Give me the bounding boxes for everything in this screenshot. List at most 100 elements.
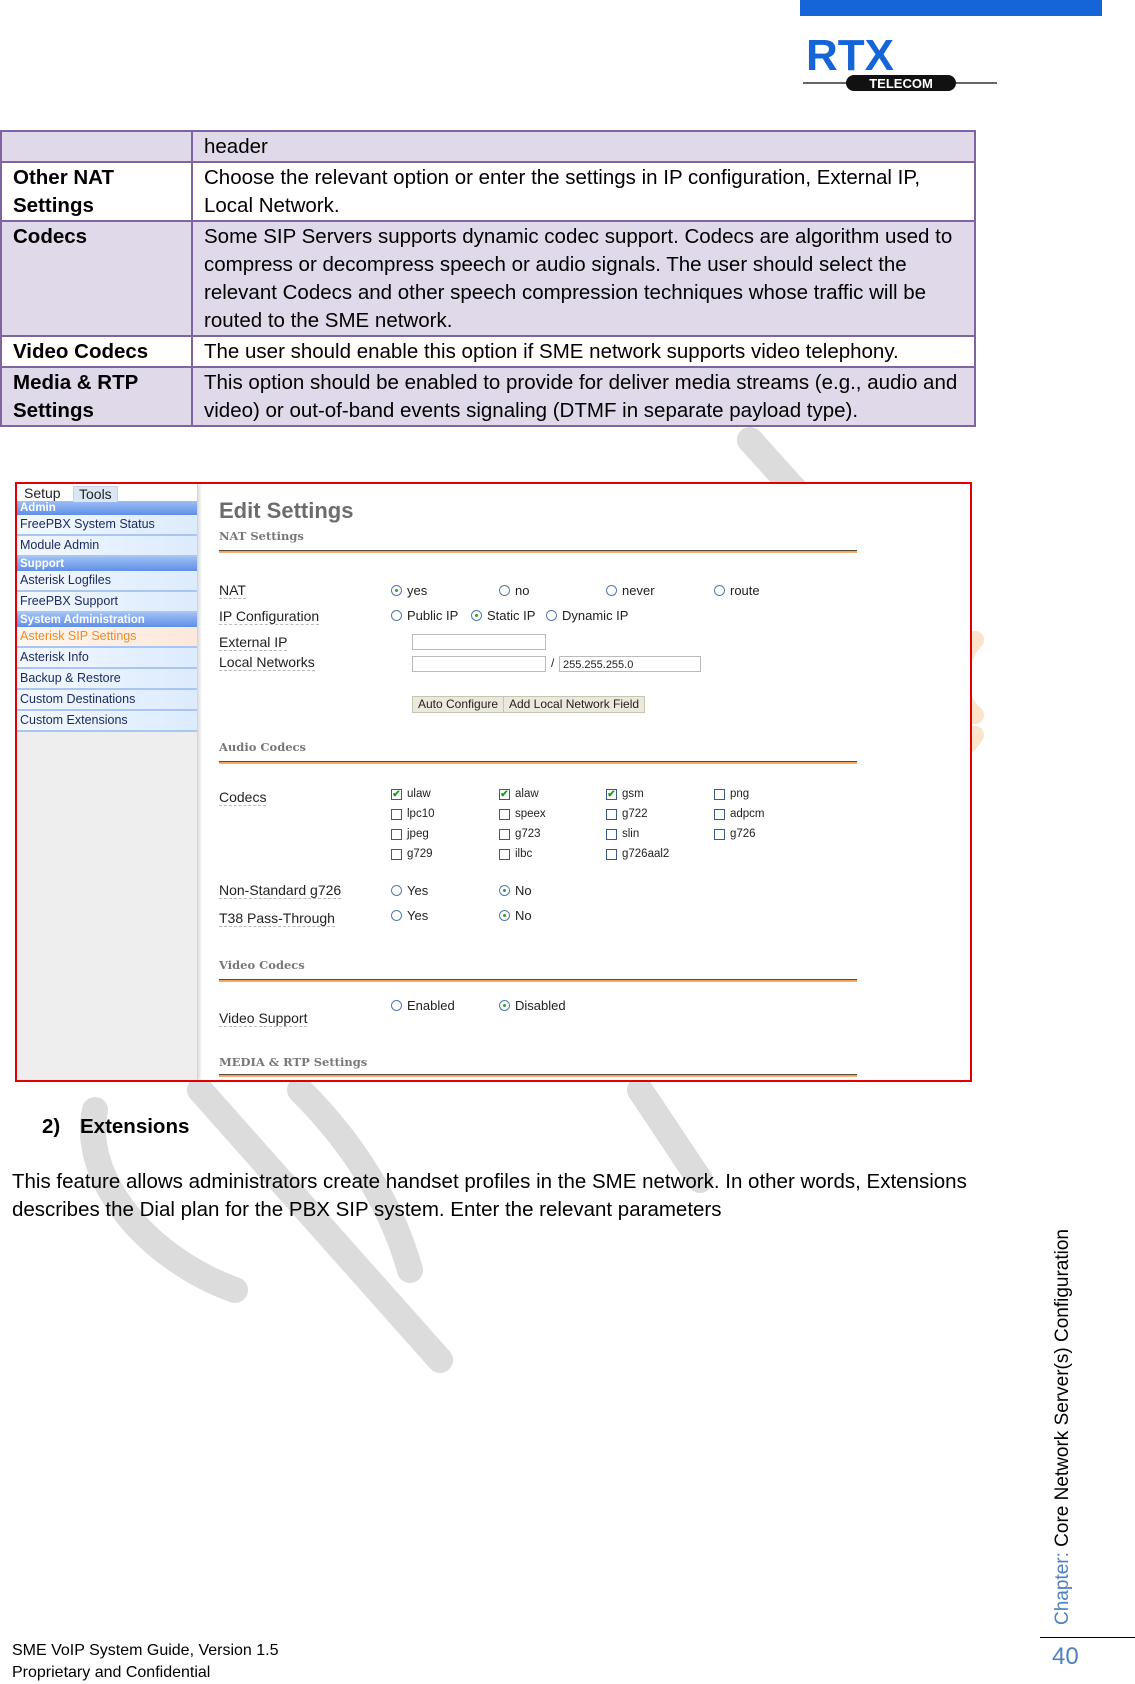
radio-option[interactable]: never (606, 583, 655, 598)
radio-selected-icon[interactable] (471, 610, 482, 621)
codec-option[interactable]: g723 (499, 828, 541, 840)
sidebar-item-freepbx-system-status[interactable]: FreePBX System Status (17, 515, 197, 536)
row-key (0, 130, 193, 163)
sidebar-item-custom-destinations[interactable]: Custom Destinations (17, 690, 197, 711)
codec-option[interactable]: ilbc (499, 848, 532, 860)
radio-option[interactable]: No (499, 883, 532, 898)
checkbox-unchecked-icon[interactable] (499, 828, 510, 840)
radio-unselected-icon[interactable] (391, 885, 402, 896)
checkbox-checked-icon[interactable]: ✔ (606, 788, 617, 800)
t38-pass-through-label: T38 Pass-Through (219, 910, 335, 927)
tab-tools[interactable]: Tools (73, 486, 118, 502)
sidebar-item-asterisk-sip-settings[interactable]: Asterisk SIP Settings (17, 627, 197, 648)
row-key: Video Codecs (0, 335, 193, 368)
table-row: Video Codecs The user should enable this … (0, 335, 976, 368)
codec-label: jpeg (407, 828, 429, 840)
checkbox-unchecked-icon[interactable] (714, 788, 725, 800)
sidebar-item-module-admin[interactable]: Module Admin (17, 536, 197, 557)
external-ip-input[interactable] (412, 634, 546, 650)
codec-option[interactable]: lpc10 (391, 808, 435, 820)
nat-settings-heading: NAT Settings (219, 529, 304, 543)
radio-unselected-icon[interactable] (391, 610, 402, 621)
radio-unselected-icon[interactable] (714, 585, 725, 596)
radio-selected-icon[interactable] (391, 585, 402, 596)
table-row: Codecs Some SIP Servers supports dynamic … (0, 220, 976, 337)
radio-unselected-icon[interactable] (391, 1000, 402, 1011)
codec-option[interactable]: png (714, 788, 749, 800)
checkbox-unchecked-icon[interactable] (606, 828, 617, 840)
checkbox-checked-icon[interactable]: ✔ (391, 788, 402, 800)
nat-label: NAT (219, 582, 246, 599)
checkbox-unchecked-icon[interactable] (499, 848, 510, 860)
edit-settings-panel: Edit Settings NAT Settings NAT yes no neve… (219, 484, 959, 1080)
sidebar-item-backup-restore[interactable]: Backup & Restore (17, 669, 197, 690)
add-local-network-button[interactable]: Add Local Network Field (503, 696, 646, 713)
codec-label: g723 (515, 828, 541, 840)
local-network-input[interactable] (412, 656, 546, 672)
sidebar-section-support: Support (17, 557, 197, 571)
radio-option[interactable]: No (499, 908, 532, 923)
radio-unselected-icon[interactable] (546, 610, 557, 621)
table-row: header (0, 130, 976, 163)
codec-option[interactable]: jpeg (391, 828, 429, 840)
chapter-label: Chapter: Core Network Server(s) Configur… (1052, 1229, 1074, 1625)
chapter-prefix: Chapter: (1052, 1552, 1073, 1625)
codec-option[interactable]: g726 (714, 828, 756, 840)
sidebar-item-freepbx-support[interactable]: FreePBX Support (17, 592, 197, 613)
codec-option[interactable]: g726aal2 (606, 848, 669, 860)
radio-selected-icon[interactable] (499, 885, 510, 896)
section-divider (219, 979, 857, 982)
radio-option[interactable]: Disabled (499, 998, 566, 1013)
section-divider (219, 761, 857, 764)
subnet-mask-input[interactable]: 255.255.255.0 (559, 656, 701, 672)
radio-option[interactable]: no (499, 583, 529, 598)
radio-option[interactable]: Enabled (391, 998, 455, 1013)
checkbox-unchecked-icon[interactable] (391, 808, 402, 820)
page-number: 40 (1052, 1643, 1079, 1670)
checkbox-unchecked-icon[interactable] (391, 828, 402, 840)
checkbox-unchecked-icon[interactable] (714, 808, 725, 820)
radio-label: Dynamic IP (562, 608, 629, 623)
codec-option[interactable]: speex (499, 808, 546, 820)
radio-label: Static IP (487, 608, 536, 623)
radio-label: Disabled (515, 998, 566, 1013)
codec-label: speex (515, 808, 546, 820)
codec-option[interactable]: slin (606, 828, 639, 840)
codec-option[interactable]: ✔ gsm (606, 788, 644, 800)
sidebar-item-custom-extensions[interactable]: Custom Extensions (17, 711, 197, 732)
checkbox-unchecked-icon[interactable] (714, 828, 725, 840)
checkbox-checked-icon[interactable]: ✔ (499, 788, 510, 800)
codec-option[interactable]: adpcm (714, 808, 765, 820)
radio-option[interactable]: Public IP (391, 608, 458, 623)
codec-option[interactable]: g729 (391, 848, 433, 860)
chapter-title: Core Network Server(s) Configuration (1052, 1229, 1073, 1547)
radio-selected-icon[interactable] (499, 910, 510, 921)
codec-option[interactable]: ✔ alaw (499, 788, 539, 800)
footer: SME VoIP System Guide, Version 1.5 Propr… (12, 1640, 279, 1684)
radio-option[interactable]: Static IP (471, 608, 535, 623)
checkbox-unchecked-icon[interactable] (606, 848, 617, 860)
brand-bar (800, 0, 1102, 16)
radio-option[interactable]: Yes (391, 883, 428, 898)
tab-setup[interactable]: Setup (19, 486, 66, 501)
checkbox-unchecked-icon[interactable] (606, 808, 617, 820)
codec-option[interactable]: ✔ ulaw (391, 788, 431, 800)
radio-option[interactable]: route (714, 583, 760, 598)
radio-selected-icon[interactable] (499, 1000, 510, 1011)
checkbox-unchecked-icon[interactable] (499, 808, 510, 820)
sidebar-item-asterisk-logfiles[interactable]: Asterisk Logfiles (17, 571, 197, 592)
sidebar-section-admin: Admin (17, 501, 197, 515)
sidebar-item-asterisk-info[interactable]: Asterisk Info (17, 648, 197, 669)
checkbox-unchecked-icon[interactable] (391, 848, 402, 860)
radio-unselected-icon[interactable] (499, 585, 510, 596)
codec-option[interactable]: g722 (606, 808, 648, 820)
external-ip-label: External IP (219, 634, 288, 651)
radio-option[interactable]: yes (391, 583, 427, 598)
auto-configure-button[interactable]: Auto Configure (412, 696, 505, 713)
radio-option[interactable]: Dynamic IP (546, 608, 628, 623)
radio-unselected-icon[interactable] (391, 910, 402, 921)
local-networks-label: Local Networks (219, 654, 315, 671)
radio-option[interactable]: Yes (391, 908, 428, 923)
codec-label: g722 (622, 808, 648, 820)
radio-unselected-icon[interactable] (606, 585, 617, 596)
